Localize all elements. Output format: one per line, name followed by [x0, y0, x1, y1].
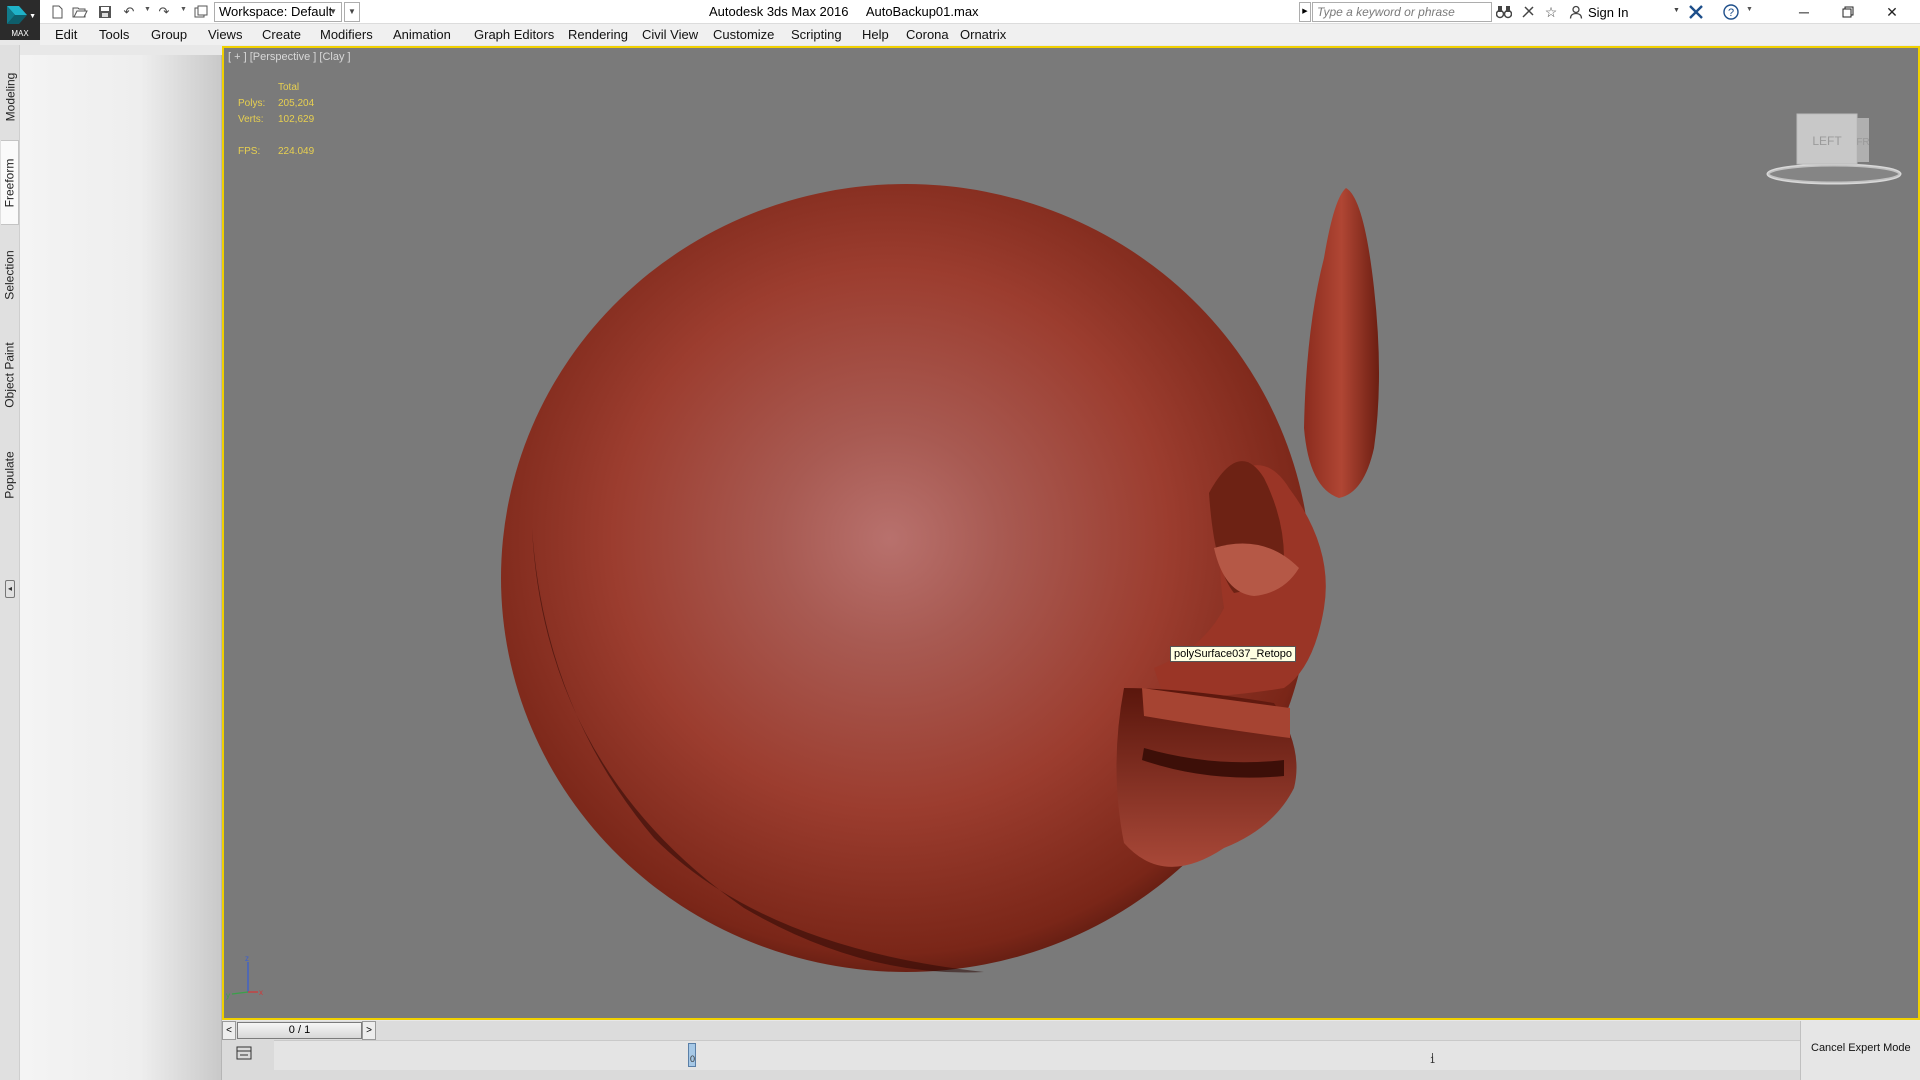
sign-in-dropdown-icon[interactable]: ▼ [1673, 7, 1680, 14]
tab-modeling[interactable]: Modeling [1, 57, 19, 137]
tab-freeform-label: Freeform [2, 158, 17, 207]
binoculars-search-icon[interactable] [1494, 3, 1514, 21]
menu-help[interactable]: Help [862, 27, 889, 42]
viewport-scene [501, 184, 1379, 973]
workspace-dropdown[interactable]: Workspace: Default ▼ [214, 2, 342, 22]
menu-corona[interactable]: Corona [906, 27, 949, 42]
cancel-expert-mode-button[interactable]: Cancel Expert Mode [1811, 1042, 1911, 1054]
svg-text:?: ? [1728, 7, 1734, 19]
new-file-icon[interactable] [48, 3, 66, 21]
axis-y-label: y [226, 991, 230, 1000]
project-folder-icon[interactable] [192, 3, 210, 21]
viewcube-widget[interactable]: LEFT FR [1764, 112, 1904, 192]
menu-tools[interactable]: Tools [99, 27, 129, 42]
stats-polys-label: Polys: [238, 98, 266, 109]
tab-freeform[interactable]: Freeform [1, 140, 19, 225]
tab-modeling-label: Modeling [3, 72, 18, 122]
close-icon[interactable]: ✕ [1870, 0, 1914, 24]
tab-object-paint[interactable]: Object Paint [1, 325, 19, 425]
undo-dropdown-icon[interactable]: ▼ [144, 6, 151, 13]
tab-object-paint-label: Object Paint [3, 342, 17, 408]
stats-verts-value: 102,629 [278, 114, 315, 125]
stats-fps-label: FPS: [238, 146, 261, 157]
time-slider: < 0 / 1 > [222, 1021, 1800, 1040]
redo-icon[interactable]: ↷ [155, 3, 173, 21]
object-name-tooltip: polySurface037_Retopo [1170, 646, 1297, 662]
stats-header: Total [278, 82, 300, 93]
restore-icon[interactable] [1826, 0, 1870, 24]
expert-mode-panel: Cancel Expert Mode [1800, 1021, 1920, 1080]
tab-selection[interactable]: Selection [1, 235, 19, 315]
workspace-label: Workspace: Default [219, 4, 333, 19]
menu-scripting[interactable]: Scripting [791, 27, 842, 42]
stats-fps-value: 224.049 [278, 146, 315, 157]
chevron-down-icon: ▼ [329, 7, 337, 16]
menu-views[interactable]: Views [208, 27, 242, 42]
exchange-apps-icon[interactable] [1686, 3, 1706, 21]
ribbon-minimize-toggle-icon[interactable]: ◂ [5, 580, 15, 598]
axis-tripod-icon: z x y [226, 954, 263, 1000]
favorites-star-icon[interactable]: ☆ [1541, 3, 1561, 21]
menu-customize[interactable]: Customize [713, 27, 774, 42]
user-icon[interactable] [1566, 3, 1586, 21]
track-area[interactable]: 0 1 [274, 1040, 1800, 1070]
menu-create[interactable]: Create [262, 27, 301, 42]
menu-group[interactable]: Group [151, 27, 187, 42]
menu-graph-editors[interactable]: Graph Editors [474, 27, 554, 42]
time-slider-next-button[interactable]: > [362, 1021, 376, 1040]
time-slider-previous-button[interactable]: < [222, 1021, 236, 1040]
ribbon-panel [20, 55, 222, 1080]
title-bar: ▼ MAX ↶ ▼ ↷ ▼ Workspace: Default ▼ ▼ Aut… [0, 0, 1920, 40]
stats-polys-value: 205,204 [278, 98, 315, 109]
ribbon-tab-strip: Modeling Freeform Selection Object Paint… [0, 45, 20, 1080]
frame-tick-label: 1 [1430, 1055, 1436, 1065]
menu-animation[interactable]: Animation [393, 27, 451, 42]
sign-in-link[interactable]: Sign In [1588, 5, 1628, 20]
axis-z-label: z [245, 954, 249, 963]
tab-populate-label: Populate [3, 451, 17, 499]
menu-modifiers[interactable]: Modifiers [320, 27, 373, 42]
undo-icon[interactable]: ↶ [120, 3, 138, 21]
mini-curve-editor-toggle-icon[interactable] [234, 1044, 254, 1064]
viewcube-face-left[interactable]: LEFT [1812, 134, 1842, 148]
logo-label: MAX [11, 29, 29, 38]
stats-verts-label: Verts: [238, 114, 264, 125]
ear-shape [1304, 188, 1379, 498]
track-bar: 0 1 [222, 1040, 1800, 1080]
current-frame-label: 0 [690, 1054, 696, 1064]
menu-bar: Edit Tools Group Views Create Modifiers … [40, 24, 1920, 45]
menu-civil-view[interactable]: Civil View [642, 27, 698, 42]
minimize-icon[interactable]: ─ [1782, 0, 1826, 24]
search-expand-icon[interactable]: ▶ [1299, 2, 1311, 22]
redo-dropdown-icon[interactable]: ▼ [180, 6, 187, 13]
search-input[interactable] [1312, 2, 1492, 22]
application-menu-button[interactable]: ▼ MAX [0, 0, 40, 40]
customize-quick-access-icon[interactable]: ▼ [344, 2, 360, 22]
viewport-label-menu[interactable]: [ + ] [Perspective ] [Clay ] [228, 51, 351, 63]
help-dropdown-icon[interactable]: ▼ [1746, 6, 1753, 13]
help-icon[interactable]: ? [1721, 3, 1741, 21]
tab-populate[interactable]: Populate [1, 435, 19, 515]
menu-ornatrix[interactable]: Ornatrix [960, 27, 1006, 42]
menu-edit[interactable]: Edit [55, 27, 77, 42]
perspective-viewport[interactable]: [ + ] [Perspective ] [Clay ] Total Polys… [222, 46, 1920, 1020]
open-file-icon[interactable] [71, 3, 89, 21]
window-title: Autodesk 3ds Max 2016 AutoBackup01.max [709, 4, 979, 19]
3ds-max-logo-icon [7, 6, 27, 24]
axis-x-label: x [259, 988, 263, 997]
save-file-icon[interactable] [96, 3, 114, 21]
menu-rendering[interactable]: Rendering [568, 27, 628, 42]
viewcube-face-front[interactable]: FR [1856, 137, 1869, 148]
communication-center-icon[interactable] [1518, 3, 1538, 21]
chevron-down-icon: ▼ [29, 13, 36, 20]
time-slider-thumb[interactable]: 0 / 1 [237, 1022, 362, 1039]
tab-selection-label: Selection [3, 250, 17, 300]
